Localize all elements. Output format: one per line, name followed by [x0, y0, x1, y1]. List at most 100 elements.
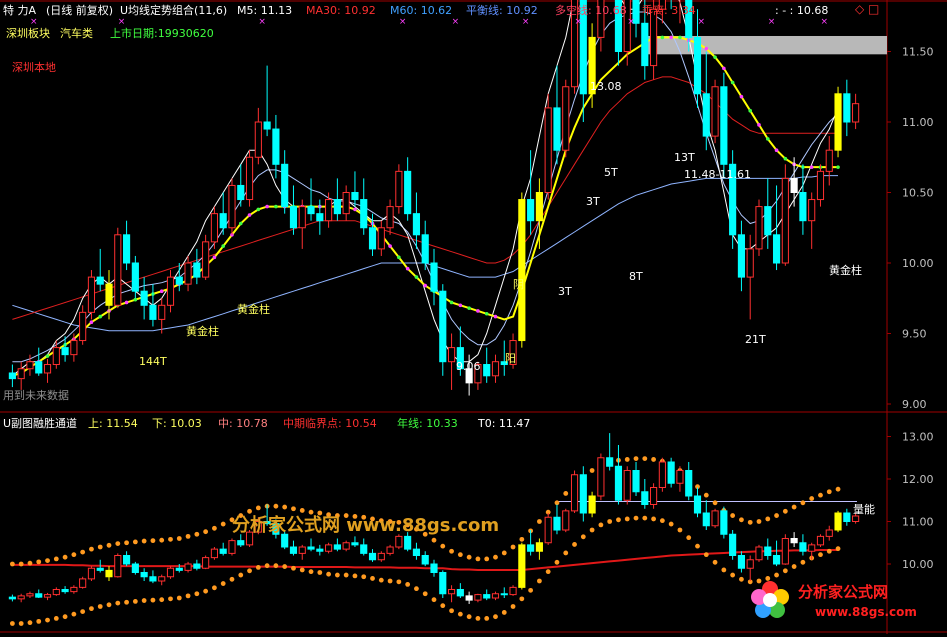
lower-channel-dot [212, 585, 217, 591]
candle-body [105, 283, 113, 306]
candle-body [395, 170, 403, 208]
sub-candle-body [518, 544, 526, 588]
sub-candle-body [202, 557, 210, 569]
sub-candle-body [307, 546, 315, 550]
sub-candle-body [693, 495, 702, 514]
main-ytick-label: 11.00 [902, 116, 934, 129]
sub-candle-body [746, 559, 754, 569]
sub-candle-body [298, 546, 306, 554]
diamond-icon[interactable]: ◇ [855, 3, 864, 16]
candle-body [184, 262, 192, 285]
candle-body [219, 213, 227, 229]
lower-channel-dot [264, 563, 270, 569]
upper-channel-dot [9, 561, 15, 567]
t13-annotation: 13T [674, 151, 695, 164]
upper-channel-dot [62, 554, 68, 560]
sub-ytick-label: 12.00 [902, 473, 934, 486]
sub-candle-body [852, 515, 860, 522]
lower-channel-dot [493, 614, 498, 620]
indicator-name[interactable]: U均线定势组合(11,6) [120, 4, 227, 17]
sub-candle-body [158, 576, 166, 582]
lower-channel-dot [291, 565, 296, 571]
longshort-dot [660, 35, 665, 40]
candle-body [781, 177, 789, 264]
sub-candle-body [500, 593, 508, 596]
upper-channel-dot [220, 521, 226, 527]
longshort-dot [423, 283, 428, 288]
upper-channel-dot [97, 544, 103, 550]
sub-candle-body [149, 576, 157, 582]
lower-channel-dot [686, 535, 692, 541]
lower-channel-dot [185, 593, 191, 599]
candle-body [237, 184, 245, 201]
longshort-dot [704, 46, 709, 51]
upper-channel-dot [809, 496, 815, 501]
longshort-dot [669, 35, 673, 40]
candle-body [746, 248, 754, 278]
candle-body [702, 93, 710, 137]
sub-candle-body [140, 572, 148, 578]
sub-indicator-name[interactable]: U副图融胜通道 [3, 417, 77, 430]
logo-title: 分析家公式网 [798, 583, 889, 601]
lower-channel-dot [589, 527, 595, 533]
lower-channel-dot [677, 527, 683, 533]
candle-body [808, 199, 816, 222]
candle-body [527, 199, 535, 222]
high-annotation: 13.08 [590, 80, 622, 93]
lower-channel-dot [563, 550, 569, 556]
sub-candle-body [219, 548, 227, 554]
sub-candle-body [96, 567, 104, 571]
sub-candle-body [535, 542, 543, 552]
lower-channel-dot [203, 588, 209, 594]
lower-channel-dot [229, 576, 235, 582]
candle-body [412, 213, 421, 236]
lower-channel-dot [818, 552, 823, 558]
lower-channel-dot [659, 518, 665, 524]
t8-annotation: 8T [629, 270, 643, 283]
chart-mode[interactable]: (日线 前复权) [46, 4, 113, 17]
lower-channel-dot [132, 599, 138, 604]
sub-candle-body [465, 595, 473, 601]
upper-channel-dot [826, 489, 832, 495]
sub-candle-body [131, 563, 139, 573]
lower-channel-dot [387, 578, 393, 584]
lower-channel-dot [466, 614, 472, 620]
lower-channel-dot [835, 546, 841, 552]
candle-body [650, 8, 658, 67]
lower-channel-dot [484, 616, 490, 621]
t21-annotation: 21T [745, 333, 766, 346]
sub-candle-body [70, 586, 78, 593]
t3a-annotation: 3T [586, 195, 600, 208]
mid-value: 中: 10.78 [218, 417, 268, 430]
sub-candle-body [764, 546, 772, 556]
candle-body [79, 311, 87, 342]
sub-candle-body [412, 548, 421, 556]
sub-candle-body [184, 563, 192, 571]
lower-channel-dot [642, 515, 648, 521]
lower-channel-dot [405, 582, 411, 587]
lower-channel-dot [519, 596, 525, 602]
main-ytick-label: 9.50 [902, 328, 927, 341]
longshort-dot [783, 156, 788, 161]
candle-body [175, 276, 183, 285]
candle-body [351, 192, 359, 201]
upper-channel-dot [247, 508, 252, 514]
longshort-dot [458, 303, 463, 308]
candle-body [720, 86, 728, 165]
lower-value: 下: 10.03 [152, 417, 202, 430]
lower-channel-dot [624, 516, 630, 522]
sub-candle-body [632, 470, 640, 493]
lower-channel-dot [501, 610, 507, 615]
lower-channel-dot [326, 571, 331, 577]
longshort-dot [397, 255, 401, 260]
critical-value: 中期临界点: 10.54 [283, 417, 377, 430]
settings-square-icon[interactable]: □ [868, 3, 879, 16]
upper-channel-dot [475, 556, 481, 562]
lower-channel-dot [106, 602, 112, 608]
gold-bar-label-2: 黄金柱 [186, 325, 219, 338]
longshort-dot [159, 289, 164, 294]
candle-body [483, 364, 491, 377]
longshort-dot [238, 221, 243, 226]
gold-bar-label-3: 黄金柱 [829, 264, 862, 277]
candle-body [70, 340, 78, 356]
